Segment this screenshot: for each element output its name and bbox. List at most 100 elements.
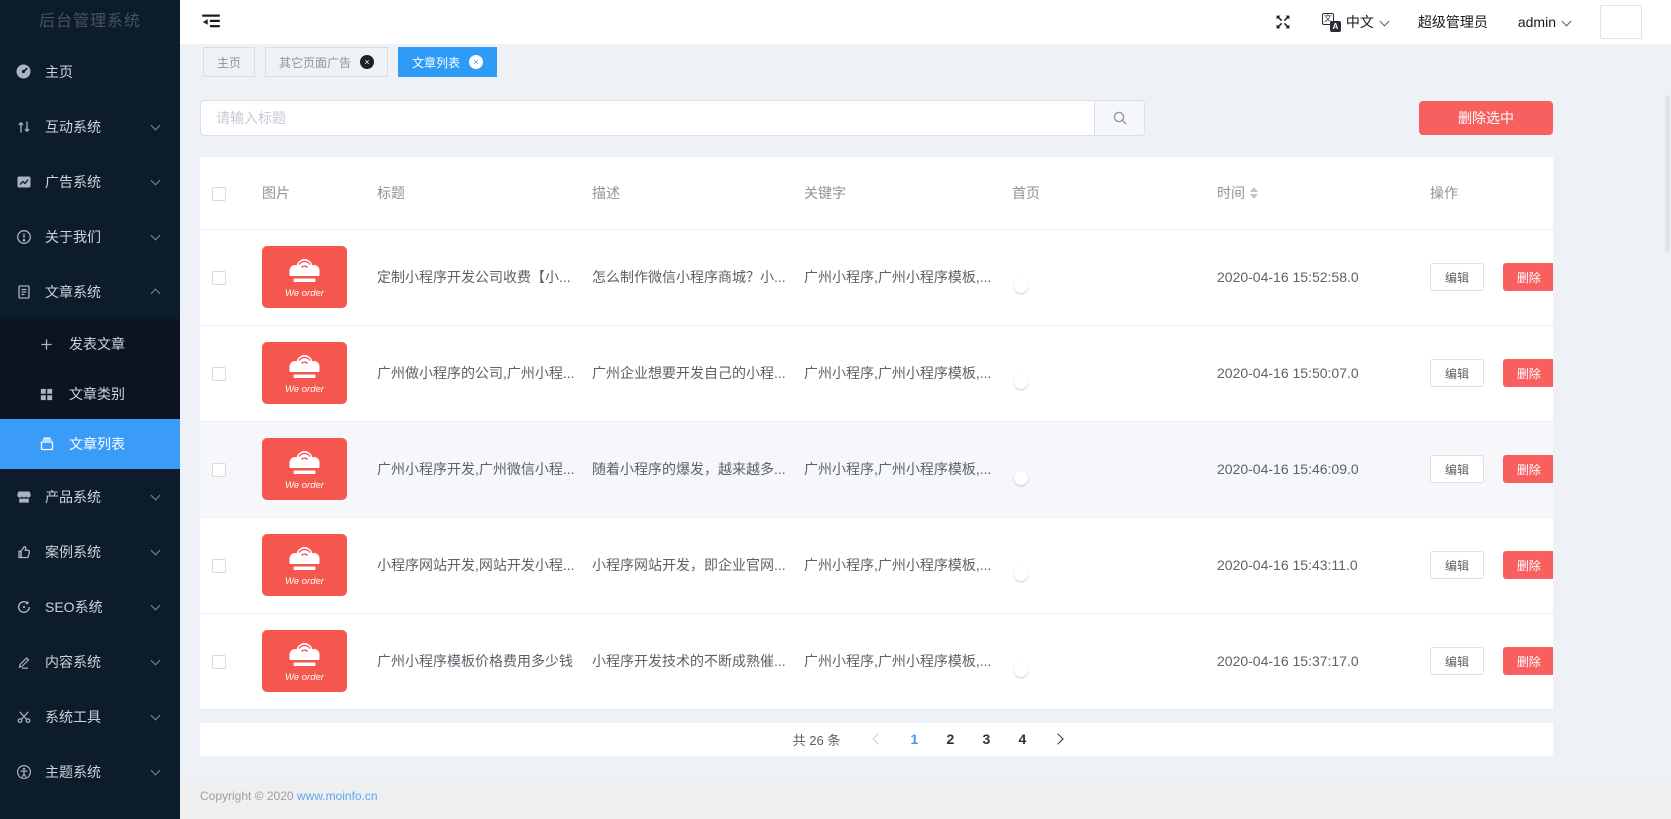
svg-text:We order: We order (285, 384, 325, 395)
col-title: 标题 (365, 157, 580, 229)
edit-button[interactable]: 编辑 (1430, 359, 1484, 387)
footer: Copyright © 2020 www.moinfo.cn (180, 778, 1671, 819)
sidebar-item-ads[interactable]: 广告系统 (0, 154, 180, 209)
sidebar-item-product[interactable]: 产品系统 (0, 469, 180, 524)
sidebar-fold-icon[interactable] (200, 11, 222, 33)
article-table-card: 图片 标题 描述 关键字 首页 时间 操作 (200, 157, 1553, 710)
edit-button[interactable]: 编辑 (1430, 647, 1484, 675)
avatar[interactable] (1600, 5, 1642, 39)
sidebar-item-content[interactable]: 内容系统 (0, 634, 180, 689)
sidebar-item-label: 互动系统 (45, 117, 152, 137)
chevron-down-icon (1379, 16, 1389, 26)
row-checkbox[interactable] (212, 367, 226, 381)
tab-article-list[interactable]: 文章列表 × (398, 47, 497, 77)
search-button[interactable] (1095, 100, 1145, 136)
plus-icon (38, 336, 55, 353)
sidebar-item-label: 文章列表 (69, 434, 180, 454)
sidebar-item-article-list[interactable]: 文章列表 (0, 419, 180, 469)
scrollbar[interactable] (1665, 95, 1670, 253)
chevron-right-icon (1053, 733, 1064, 744)
cell-time: 2020-04-16 15:43:11.0 (1205, 517, 1418, 613)
sidebar-item-publish-article[interactable]: 发表文章 (0, 319, 180, 369)
cell-title: 广州小程序模板价格费用多少钱 (365, 613, 580, 709)
row-checkbox[interactable] (212, 271, 226, 285)
close-icon[interactable]: × (469, 55, 483, 69)
pagination-total: 共 26 条 (793, 730, 841, 749)
page-number-2[interactable]: 2 (932, 731, 968, 747)
article-thumbnail: We order (262, 630, 347, 692)
article-thumbnail: We order (262, 534, 347, 596)
article-thumbnail: We order (262, 246, 347, 308)
edit-button[interactable]: 编辑 (1430, 551, 1484, 579)
col-keywords: 关键字 (792, 157, 1000, 229)
chevron-down-icon (151, 120, 161, 130)
about-icon (15, 228, 32, 245)
col-home: 首页 (1000, 157, 1205, 229)
chevron-down-icon (151, 600, 161, 610)
next-page-button[interactable] (1040, 735, 1076, 743)
svg-text:We order: We order (285, 480, 325, 491)
close-icon[interactable]: × (360, 55, 374, 69)
svg-text:We order: We order (285, 576, 325, 587)
article-submenu: 发表文章 文章类别 文章列表 (0, 319, 180, 469)
edit-button[interactable]: 编辑 (1430, 263, 1484, 291)
sidebar-item-label: 关于我们 (45, 227, 152, 247)
chevron-down-icon (151, 175, 161, 185)
sort-icon[interactable] (1250, 187, 1258, 199)
prev-page-button[interactable] (860, 735, 896, 743)
sidebar-item-seo[interactable]: SEO系统 (0, 579, 180, 634)
tab-other-page-ads[interactable]: 其它页面广告 × (265, 47, 388, 77)
cell-time: 2020-04-16 15:50:07.0 (1205, 325, 1418, 421)
sidebar-item-theme[interactable]: 主题系统 (0, 744, 180, 799)
row-checkbox[interactable] (212, 463, 226, 477)
cell-desc: 广州企业想要开发自己的小程... (580, 325, 792, 421)
cell-time: 2020-04-16 15:37:17.0 (1205, 613, 1418, 709)
edit-button[interactable]: 编辑 (1430, 455, 1484, 483)
sidebar-item-home[interactable]: 主页 (0, 44, 180, 99)
delete-button[interactable]: 删除 (1503, 359, 1553, 387)
delete-button[interactable]: 删除 (1503, 551, 1553, 579)
sidebar-item-label: 主题系统 (45, 762, 152, 782)
page-number-4[interactable]: 4 (1004, 731, 1040, 747)
tab-label: 文章列表 (412, 54, 460, 71)
tab-home[interactable]: 主页 (203, 47, 255, 77)
chevron-up-icon (151, 289, 161, 299)
cell-keywords: 广州小程序,广州小程序模板,... (792, 613, 1000, 709)
cell-desc: 怎么制作微信小程序商城？小... (580, 229, 792, 325)
fullscreen-icon[interactable] (1274, 13, 1292, 31)
footer-link[interactable]: www.moinfo.cn (297, 789, 378, 803)
cell-keywords: 广州小程序,广州小程序模板,... (792, 325, 1000, 421)
search-input[interactable] (200, 100, 1095, 136)
language-switcher[interactable]: 文A 中文 (1322, 12, 1388, 32)
sidebar-item-about[interactable]: 关于我们 (0, 209, 180, 264)
delete-selected-button[interactable]: 删除选中 (1419, 101, 1553, 135)
sidebar-item-case[interactable]: 案例系统 (0, 524, 180, 579)
translate-icon: 文A (1322, 13, 1341, 32)
row-checkbox[interactable] (212, 559, 226, 573)
scissors-icon (15, 708, 32, 725)
username: admin (1518, 14, 1556, 30)
sidebar-item-tools[interactable]: 系统工具 (0, 689, 180, 744)
theme-icon (15, 763, 32, 780)
main-area: 文A 中文 超级管理员 admin 主页 其它页面广告 × 文章列表 × (180, 0, 1671, 819)
chevron-down-icon (151, 710, 161, 720)
col-desc: 描述 (580, 157, 792, 229)
user-menu[interactable]: admin (1518, 14, 1570, 30)
svg-text:We order: We order (285, 672, 325, 683)
page-number-3[interactable]: 3 (968, 731, 1004, 747)
app-title: 后台管理系统 (0, 0, 180, 44)
pagination: 共 26 条 1 2 3 4 (200, 723, 1553, 756)
sidebar-item-article-category[interactable]: 文章类别 (0, 369, 180, 419)
page-number-1[interactable]: 1 (896, 731, 932, 747)
table-header-row: 图片 标题 描述 关键字 首页 时间 操作 (200, 157, 1553, 229)
delete-button[interactable]: 删除 (1503, 263, 1553, 291)
table-row: We order 定制小程序开发公司收费【小... 怎么制作微信小程序商城？小.… (200, 229, 1553, 325)
row-checkbox[interactable] (212, 655, 226, 669)
sidebar-item-article[interactable]: 文章系统 (0, 264, 180, 319)
delete-button[interactable]: 删除 (1503, 455, 1553, 483)
article-thumbnail: We order (262, 438, 347, 500)
delete-button[interactable]: 删除 (1503, 647, 1553, 675)
tab-label: 主页 (217, 54, 241, 71)
select-all-checkbox[interactable] (212, 187, 226, 201)
sidebar-item-interaction[interactable]: 互动系统 (0, 99, 180, 154)
